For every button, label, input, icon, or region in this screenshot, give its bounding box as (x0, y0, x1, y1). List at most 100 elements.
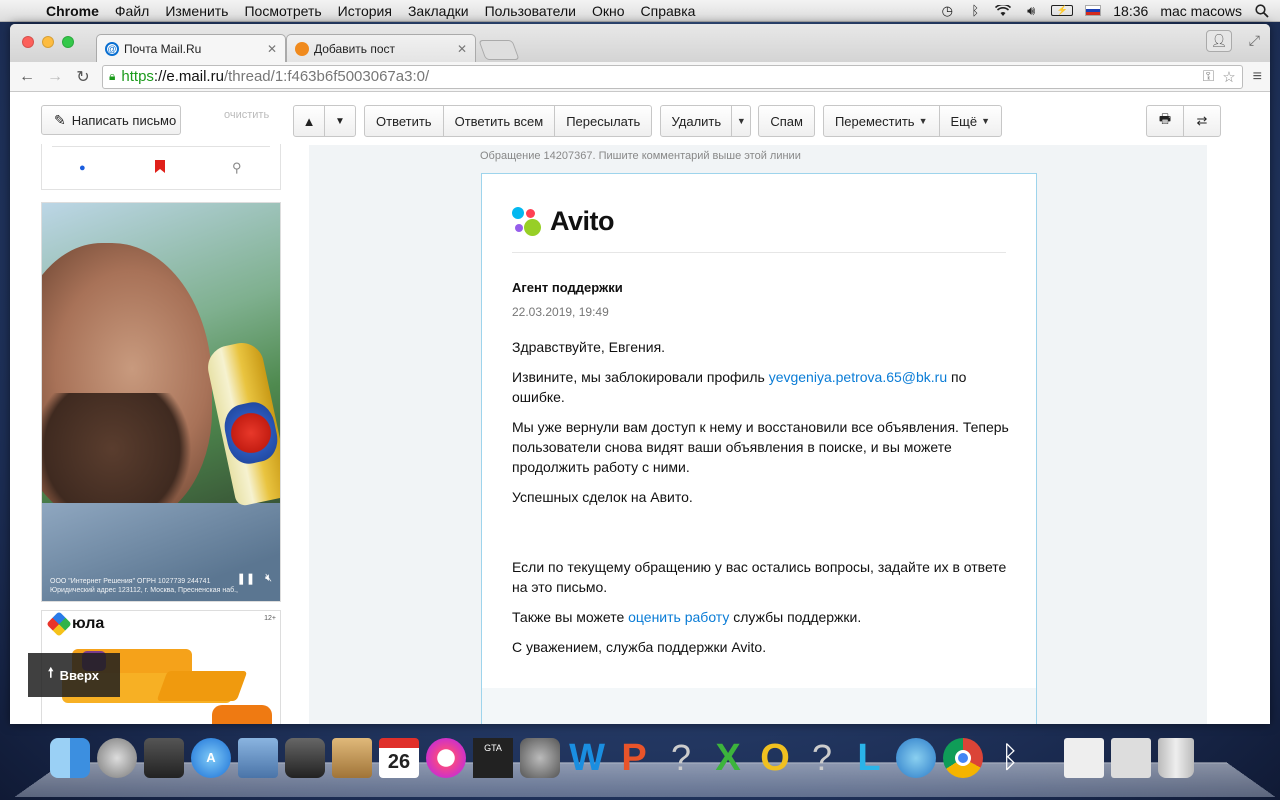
thread-note: Обращение 14207367. Пишите комментарий в… (480, 150, 801, 162)
unknown-app-icon[interactable]: ? (802, 738, 842, 778)
user-name[interactable]: mac macows (1160, 3, 1242, 19)
compose-button[interactable]: ✎ Написать письмо (41, 105, 181, 135)
reload-icon[interactable]: ↻ (74, 67, 92, 87)
mail-favicon-icon: @ (105, 41, 119, 56)
powerpoint-icon[interactable]: P (614, 738, 654, 778)
arrow-up-icon: ▲ (302, 113, 316, 129)
word-icon[interactable]: W (567, 738, 607, 778)
delete-dropdown-button[interactable]: ▼ (731, 105, 752, 137)
macos-menu-bar: Chrome Файл Изменить Посмотреть История … (0, 0, 1280, 22)
video-ad[interactable]: ООО "Интернет Решения" ОГРН 1027739 2447… (41, 202, 281, 602)
clock[interactable]: 18:36 (1113, 3, 1148, 19)
reply-all-button[interactable]: Ответить всем (442, 105, 556, 137)
next-message-button[interactable]: ▼ (324, 105, 356, 137)
forward-button[interactable]: Пересылать (554, 105, 653, 137)
menu-app-name[interactable]: Chrome (38, 3, 107, 19)
forward-icon[interactable]: → (46, 68, 64, 86)
minimize-window-button[interactable] (42, 36, 54, 48)
arrow-up-icon: 🠕 (48, 665, 54, 680)
bluetooth-icon[interactable]: ᛒ (967, 3, 983, 18)
lync-icon[interactable]: L (849, 738, 889, 778)
menu-bookmarks[interactable]: Закладки (400, 3, 477, 19)
signature: С уважением, служба поддержки Avito. (512, 639, 767, 655)
input-source-flag-icon[interactable] (1085, 5, 1102, 16)
unread-filter-icon[interactable]: ● (79, 162, 86, 174)
wifi-icon[interactable] (995, 4, 1012, 18)
outlook-icon[interactable]: O (755, 738, 795, 778)
zoom-window-button[interactable] (62, 36, 74, 48)
fullscreen-icon[interactable]: ⤢ (1249, 32, 1260, 49)
menu-help[interactable]: Справка (633, 3, 704, 19)
translate-button[interactable]: ⇄ (1183, 105, 1221, 137)
app-store-icon[interactable]: A (191, 738, 231, 778)
bluetooth-file-exchange-icon[interactable]: ᛒ (990, 738, 1030, 778)
excel-icon[interactable]: X (708, 738, 748, 778)
chrome-menu-icon[interactable]: ≡ (1253, 68, 1262, 86)
browser-toolbar: ← → ↻ 🔒︎ https ://e.mail.ru /thread/1:f4… (10, 62, 1270, 92)
clear-filter-link[interactable]: очистить (224, 109, 269, 121)
paragraph-wishes: Успешных сделок на Авито. (512, 489, 693, 505)
new-tab-button[interactable] (478, 40, 520, 60)
downloads-globe-icon[interactable] (896, 738, 936, 778)
caret-down-icon: ▼ (981, 116, 991, 126)
calendar-icon[interactable]: 26 (379, 738, 419, 778)
menu-edit[interactable]: Изменить (157, 3, 236, 19)
menu-history[interactable]: История (330, 3, 400, 19)
unknown-app-icon[interactable]: ? (661, 738, 701, 778)
documents-stack-icon[interactable] (1064, 738, 1104, 778)
translate-icon: ⇄ (1196, 113, 1208, 128)
tab-add-post[interactable]: Добавить пост ✕ (286, 34, 476, 62)
printer-icon: 🖶 (1158, 111, 1172, 126)
photo-booth-icon[interactable] (144, 738, 184, 778)
compose-label: Написать письмо (71, 112, 177, 128)
battery-icon[interactable]: ⚡ (1051, 5, 1074, 16)
close-tab-icon[interactable]: ✕ (267, 42, 277, 56)
launchpad-icon[interactable] (97, 738, 137, 778)
scroll-to-top-button[interactable]: 🠕 Вверх (28, 653, 120, 697)
bookmark-star-icon[interactable]: ☆ (1222, 68, 1235, 86)
reply-button[interactable]: Ответить (364, 105, 444, 137)
paragraph-questions: Если по текущему обращению у вас осталис… (512, 559, 1007, 595)
more-button[interactable]: Ещё ▼ (938, 105, 1003, 137)
system-preferences-icon[interactable] (520, 738, 560, 778)
greeting: Здравствуйте, Евгения. (512, 339, 666, 355)
mute-icon[interactable]: 🔇︎ (265, 572, 272, 585)
close-window-button[interactable] (22, 36, 34, 48)
menu-file[interactable]: Файл (107, 3, 157, 19)
time-machine-icon[interactable]: ◷ (939, 3, 955, 18)
avito-logo: Avito (512, 206, 615, 237)
close-tab-icon[interactable]: ✕ (457, 42, 467, 56)
print-button[interactable]: 🖶 (1146, 105, 1184, 137)
tab-strip: @ Почта Mail.Ru ✕ Добавить пост ✕ 👤︎ ⤢ (10, 24, 1270, 62)
flagged-filter-icon[interactable] (155, 160, 165, 176)
spotlight-search-icon[interactable] (1254, 3, 1270, 18)
contacts-icon[interactable] (332, 738, 372, 778)
attachment-filter-icon[interactable]: ⚲ (232, 160, 242, 176)
rate-support-link[interactable]: оценить работу (628, 609, 729, 625)
delete-button[interactable]: Удалить (660, 105, 733, 137)
trash-icon[interactable] (1158, 738, 1194, 778)
itunes-icon[interactable] (426, 738, 466, 778)
pause-icon[interactable]: ❚❚ (237, 572, 255, 585)
browser-window: @ Почта Mail.Ru ✕ Добавить пост ✕ 👤︎ ⤢ ←… (10, 24, 1270, 724)
url-scheme: https (121, 68, 154, 85)
finder-icon[interactable] (50, 738, 90, 778)
volume-icon[interactable]: 🔊︎ (1023, 3, 1039, 18)
previous-message-button[interactable]: ▲ (293, 105, 325, 137)
key-icon[interactable]: ⚿ (1203, 68, 1214, 86)
menu-view[interactable]: Посмотреть (236, 3, 329, 19)
downloads-stack-icon[interactable] (1111, 738, 1151, 778)
chrome-icon[interactable] (943, 738, 983, 778)
email-link[interactable]: yevgeniya.petrova.65@bk.ru (769, 369, 947, 385)
menu-window[interactable]: Окно (584, 3, 633, 19)
spam-button[interactable]: Спам (758, 105, 815, 137)
address-bar[interactable]: 🔒︎ https ://e.mail.ru /thread/1:f463b6f5… (102, 64, 1243, 89)
gta-icon[interactable]: GTA (473, 738, 513, 778)
move-button[interactable]: Переместить ▼ (822, 105, 940, 137)
back-icon[interactable]: ← (18, 68, 36, 86)
mail-stamp-icon[interactable] (238, 738, 278, 778)
tab-mail[interactable]: @ Почта Mail.Ru ✕ (96, 34, 286, 62)
facetime-icon[interactable] (285, 738, 325, 778)
profile-icon[interactable]: 👤︎ (1206, 30, 1232, 52)
menu-people[interactable]: Пользователи (477, 3, 584, 19)
